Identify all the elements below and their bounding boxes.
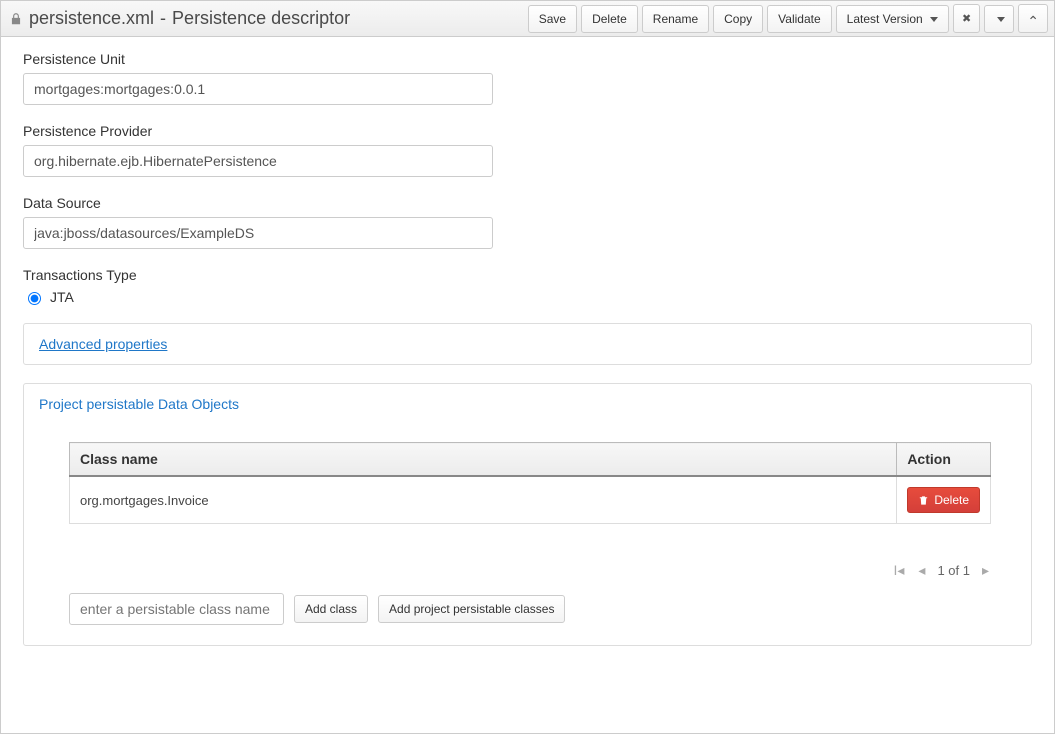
app-window: persistence.xml - Persistence descriptor… [0,0,1055,734]
file-name: persistence.xml [29,8,154,29]
title-bar: persistence.xml - Persistence descriptor… [1,1,1054,37]
persistence-provider-label: Persistence Provider [23,123,1032,139]
persistable-panel-title[interactable]: Project persistable Data Objects [39,396,239,412]
jta-radio[interactable] [28,292,41,305]
validate-button[interactable]: Validate [767,5,831,33]
more-dropdown[interactable] [984,5,1014,33]
add-row: Add class Add project persistable classe… [24,579,1031,625]
toolbar: Save Delete Rename Copy Validate Latest … [528,4,1048,33]
delete-button[interactable]: Delete [581,5,638,33]
row-delete-button[interactable]: Delete [907,487,980,513]
close-icon [962,11,971,25]
lock-icon [9,12,23,26]
data-source-label: Data Source [23,195,1032,211]
version-dropdown[interactable]: Latest Version [836,5,949,33]
pager: I◂ ◂ 1 of 1 ▸ [24,546,1031,579]
persistable-panel-body: Class name Action org.mortgages.Invoice [24,424,1031,546]
persistence-unit-group: Persistence Unit [23,51,1032,105]
pager-status: 1 of 1 [937,563,970,578]
jta-radio-label: JTA [50,289,74,305]
rename-button[interactable]: Rename [642,5,709,33]
add-project-classes-button[interactable]: Add project persistable classes [378,595,565,623]
title-left: persistence.xml - Persistence descriptor [9,8,350,29]
pager-prev-icon[interactable]: ◂ [916,562,927,579]
copy-button[interactable]: Copy [713,5,763,33]
file-subtitle: Persistence descriptor [172,8,350,29]
advanced-properties-link[interactable]: Advanced properties [39,336,167,352]
persistable-table: Class name Action org.mortgages.Invoice [69,442,991,524]
persistence-unit-label: Persistence Unit [23,51,1032,67]
action-cell: Delete [897,476,991,524]
add-class-button[interactable]: Add class [294,595,368,623]
table-header-row: Class name Action [70,443,991,477]
persistence-unit-input[interactable] [23,73,493,105]
chevron-down-icon [930,17,938,22]
transactions-type-group: Transactions Type JTA [23,267,1032,305]
chevron-down-icon [997,17,1005,22]
persistence-provider-group: Persistence Provider [23,123,1032,177]
advanced-properties-panel: Advanced properties [23,323,1032,365]
persistence-provider-input[interactable] [23,145,493,177]
persistable-panel: Project persistable Data Objects Class n… [23,383,1032,646]
save-button[interactable]: Save [528,5,577,33]
pager-next-icon[interactable]: ▸ [980,562,991,579]
scroll-area[interactable]: Persistence Unit Persistence Provider Da… [1,37,1054,734]
table-row: org.mortgages.Invoice Delete [70,476,991,524]
col-header-action: Action [897,443,991,477]
chevron-up-icon [1027,12,1039,26]
pager-first-icon[interactable]: I◂ [891,562,906,579]
collapse-button[interactable] [1018,4,1048,33]
col-header-class: Class name [70,443,897,477]
class-name-cell: org.mortgages.Invoice [70,476,897,524]
trash-icon [918,495,929,506]
data-source-group: Data Source [23,195,1032,249]
transactions-type-label: Transactions Type [23,267,1032,283]
data-source-input[interactable] [23,217,493,249]
add-class-input[interactable] [69,593,284,625]
form-body: Persistence Unit Persistence Provider Da… [1,37,1054,686]
close-button[interactable] [953,4,980,33]
